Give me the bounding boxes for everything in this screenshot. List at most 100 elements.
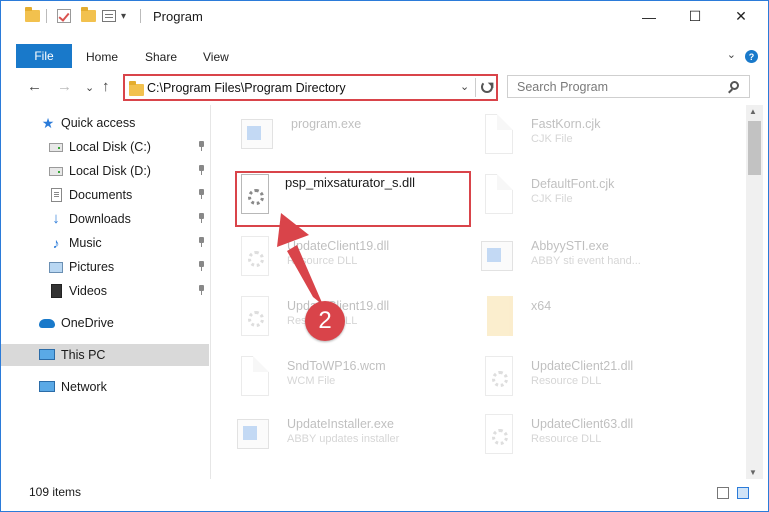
list-item[interactable]: DefaultFont.cjk CJK File [481, 171, 711, 221]
explorer-window: ▾ Program — ☐ ✕ File Home Share View ⌄ ?… [0, 0, 769, 512]
pin-icon [197, 213, 205, 223]
sidebar-item-network[interactable]: Network [1, 376, 209, 398]
sidebar-item-label: Videos [69, 284, 107, 298]
sidebar-item-label: Quick access [61, 116, 136, 130]
sidebar-item-quick-access[interactable]: ★ Quick access [1, 112, 209, 134]
list-item[interactable]: program.exe [241, 111, 471, 161]
divider [475, 78, 476, 97]
pin-icon [197, 285, 205, 295]
item-count: 109 items [29, 485, 82, 499]
sidebar-item-music[interactable]: ♪ Music [1, 232, 209, 254]
navigation-pane: ★ Quick access Local Disk (C:) Local Dis… [1, 105, 211, 479]
document-icon [485, 174, 513, 214]
network-icon [39, 381, 55, 392]
sidebar-item-this-pc[interactable]: This PC [1, 344, 209, 366]
file-type: WCM File [287, 375, 336, 387]
file-type: ABBY updates installer [287, 433, 400, 445]
onedrive-icon [39, 319, 55, 328]
sidebar-item-documents[interactable]: Documents [1, 184, 209, 206]
sidebar-item-label: This PC [61, 348, 106, 362]
tab-view[interactable]: View [203, 50, 229, 64]
properties-icon[interactable] [102, 7, 116, 25]
videos-icon [51, 284, 62, 298]
sidebar-item-local-disk-c[interactable]: Local Disk (C:) [1, 136, 209, 158]
new-folder-icon[interactable] [81, 7, 96, 25]
scroll-down-icon[interactable]: ▼ [749, 468, 757, 477]
file-name: UpdateClient21.dll [531, 359, 634, 373]
list-item[interactable]: AbbyySTI.exe ABBY sti event hand... [481, 233, 711, 283]
file-name: x64 [531, 299, 552, 313]
minimize-button[interactable]: — [626, 1, 672, 32]
sidebar-item-downloads[interactable]: ↓ Downloads [1, 208, 209, 230]
large-icons-view-icon[interactable] [737, 487, 749, 499]
pin-icon [197, 237, 205, 247]
gear-file-icon [485, 356, 513, 396]
sidebar-item-onedrive[interactable]: OneDrive [1, 312, 209, 334]
up-button[interactable]: ↑ [102, 78, 110, 95]
file-name: AbbyySTI.exe [531, 239, 609, 253]
list-item[interactable]: UpdateClient19.dll Resource DLL [237, 233, 467, 283]
file-type: Resource DLL [531, 375, 602, 387]
sidebar-item-label: OneDrive [61, 316, 114, 330]
file-name: UpdateClient19.dll [287, 239, 390, 253]
list-item[interactable]: UpdateClient21.dll Resource DLL [481, 353, 711, 403]
divider [140, 7, 141, 25]
address-bar[interactable]: C:\Program Files\Program Directory ⌄ [123, 74, 498, 101]
pin-icon [197, 165, 205, 175]
pin-icon [197, 261, 205, 271]
sidebar-item-label: Pictures [69, 260, 115, 274]
search-icon[interactable] [730, 81, 739, 90]
sidebar-item-label: Local Disk (D:) [69, 164, 151, 178]
sidebar-item-local-disk-d[interactable]: Local Disk (D:) [1, 160, 209, 182]
scroll-up-icon[interactable]: ▲ [749, 107, 757, 116]
list-item[interactable]: UpdateInstaller.exe ABBY updates install… [237, 411, 467, 461]
expand-ribbon-icon[interactable]: ⌄ [727, 48, 736, 61]
forward-button[interactable]: → [57, 78, 72, 95]
properties-check-icon[interactable] [57, 7, 71, 25]
file-name: SndToWP16.wcm [287, 359, 386, 373]
vertical-scrollbar[interactable]: ▲ ▼ [746, 105, 763, 479]
tab-share[interactable]: Share [145, 50, 177, 64]
list-item[interactable]: UpdateClient63.dll Resource DLL [481, 411, 711, 461]
sidebar-item-videos[interactable]: Videos [1, 280, 209, 302]
highlight-box [235, 171, 471, 227]
details-view-icon[interactable] [717, 487, 729, 499]
window-title: Program [153, 9, 203, 24]
address-dropdown-icon[interactable]: ⌄ [460, 80, 469, 93]
pin-icon [197, 189, 205, 199]
folder-icon[interactable] [25, 7, 40, 25]
sidebar-item-pictures[interactable]: Pictures [1, 256, 209, 278]
file-type: ABBY sti event hand... [531, 255, 641, 267]
back-button[interactable]: ← [27, 78, 42, 95]
document-icon [241, 356, 269, 396]
ribbon-tabs: File Home Share View ⌄ ? [1, 44, 768, 68]
folder-icon [129, 81, 144, 96]
customize-toolbar-caret-icon[interactable]: ▾ [121, 7, 126, 25]
exe-icon [481, 241, 513, 271]
file-name: UpdateInstaller.exe [287, 417, 395, 431]
list-item[interactable]: x64 [481, 293, 711, 343]
refresh-icon[interactable] [481, 81, 493, 93]
sidebar-item-label: Downloads [69, 212, 131, 226]
sidebar-item-label: Network [61, 380, 107, 394]
pin-icon [197, 141, 205, 151]
help-icon[interactable]: ? [745, 50, 758, 63]
music-icon: ♪ [52, 235, 60, 251]
scroll-thumb[interactable] [748, 121, 761, 175]
drive-icon [49, 167, 63, 176]
sidebar-item-label: Local Disk (C:) [69, 140, 151, 154]
divider [46, 7, 47, 25]
list-item[interactable]: SndToWP16.wcm WCM File [237, 353, 467, 403]
tab-file[interactable]: File [16, 44, 72, 68]
tab-home[interactable]: Home [86, 50, 118, 64]
search-input[interactable]: Search Program [507, 75, 750, 98]
maximize-button[interactable]: ☐ [672, 1, 718, 32]
close-button[interactable]: ✕ [718, 1, 764, 32]
list-item[interactable]: FastKorn.cjk CJK File [481, 111, 711, 161]
file-type: CJK File [531, 193, 573, 205]
file-name: FastKorn.cjk [531, 117, 601, 131]
address-path[interactable]: C:\Program Files\Program Directory [147, 81, 346, 95]
file-name: program.exe [291, 117, 362, 131]
recent-locations-button[interactable]: ⌄ [85, 81, 94, 94]
list-item[interactable]: UpdateClient19.dll Resource DLL [237, 293, 467, 343]
